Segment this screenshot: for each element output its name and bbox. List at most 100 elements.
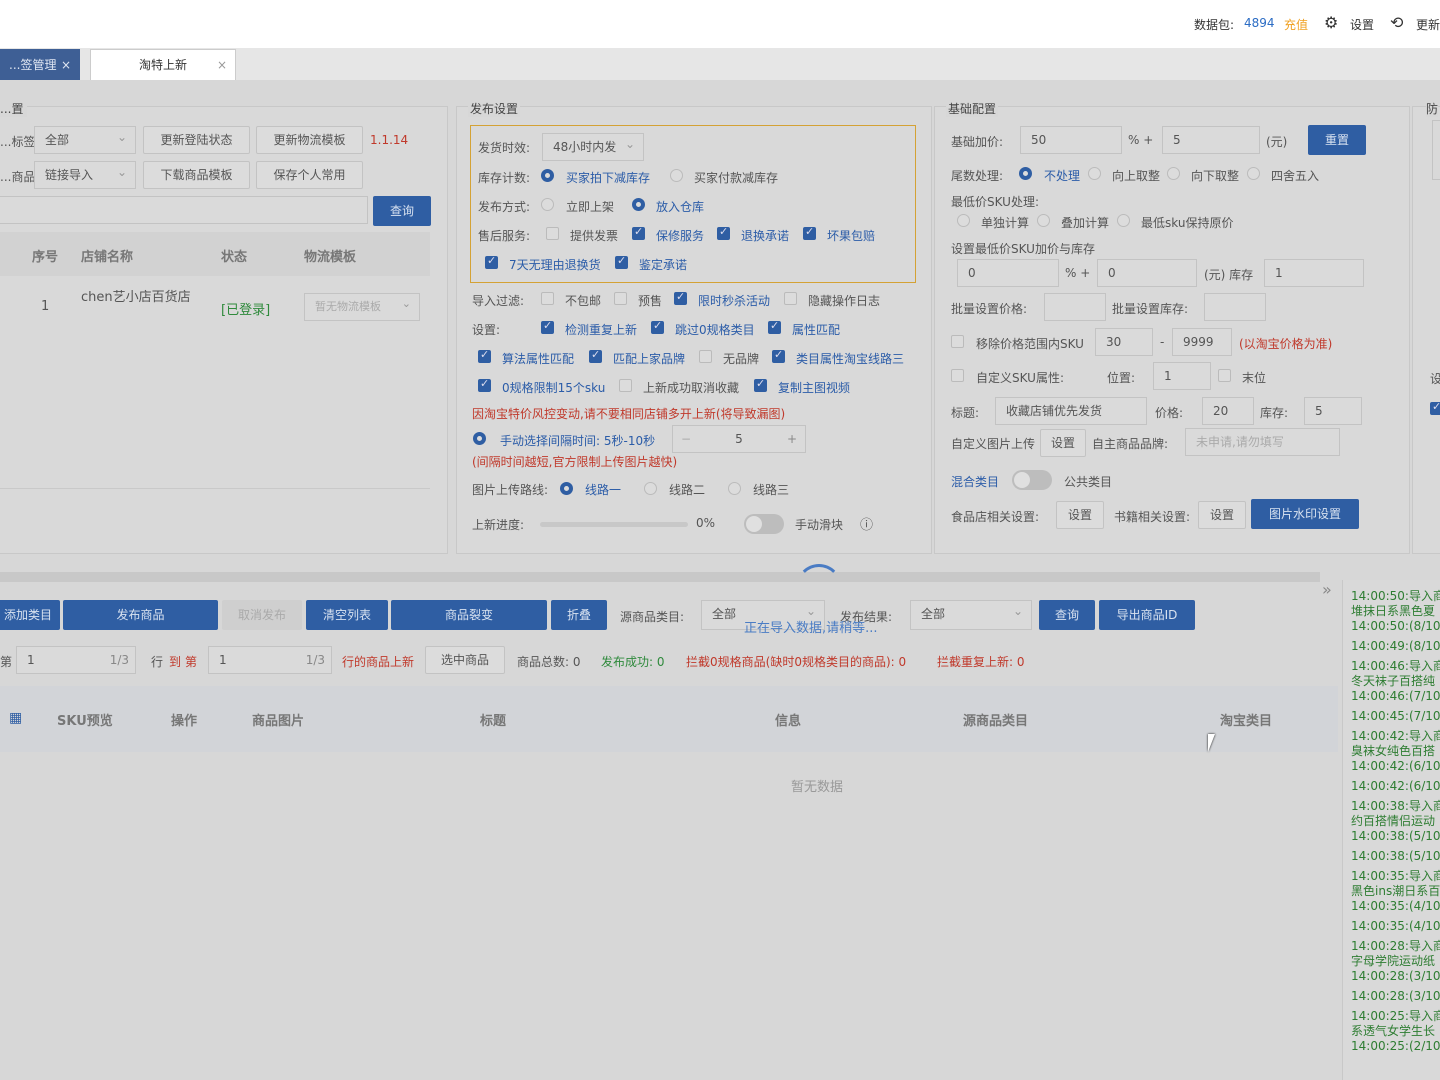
cancel-fav-checkbox[interactable] <box>619 379 632 392</box>
info-icon[interactable]: ⓘ <box>860 514 873 533</box>
goods-source-select[interactable]: 链接导入 <box>34 159 136 189</box>
close-icon[interactable]: × <box>61 50 71 80</box>
publish-goods-button[interactable]: 发布商品 <box>63 600 218 630</box>
position-input[interactable]: 1 <box>1153 362 1211 390</box>
after-opt2-checkbox[interactable] <box>632 225 645 240</box>
settings-link[interactable]: 设置 <box>1350 16 1374 33</box>
copy-video-checkbox[interactable] <box>754 377 767 392</box>
brand-input[interactable]: 未申请,请勿填写 <box>1185 428 1340 456</box>
tab-tag-management[interactable]: ...签管理 × <box>0 49 80 81</box>
seven-day-checkbox[interactable] <box>485 254 498 269</box>
minsku-stock-input[interactable]: 1 <box>1264 259 1364 287</box>
row-to-input[interactable]: 1 1/3 <box>208 646 332 674</box>
reset-button[interactable]: 重置 <box>1308 125 1366 155</box>
line1-radio[interactable] <box>560 482 573 495</box>
line2-radio[interactable] <box>644 482 657 495</box>
watermark-button[interactable]: 图片水印设置 <box>1251 499 1359 529</box>
recharge-link[interactable]: 充值 <box>1284 16 1308 33</box>
batch-price-input[interactable] <box>1044 293 1106 321</box>
tail-opt4-radio[interactable] <box>1247 167 1260 180</box>
row-logistics-select[interactable]: 暂无物流模板 <box>304 291 420 321</box>
ship-time-select[interactable]: 48小时内发 <box>542 131 644 161</box>
minsku-opt3-radio[interactable] <box>1117 214 1130 227</box>
after-opt4-checkbox[interactable] <box>803 225 816 240</box>
plus-icon[interactable]: + <box>787 426 797 452</box>
stock-input[interactable]: 5 <box>1304 397 1362 425</box>
minsku-pct-input[interactable]: 0 <box>957 259 1059 287</box>
download-template-button[interactable]: 下载商品模板 <box>143 161 250 189</box>
tag-select[interactable]: 全部 <box>34 124 136 154</box>
store-query-button[interactable]: 查询 <box>373 196 431 226</box>
markup-pct-input[interactable]: 50 <box>1020 126 1122 154</box>
stock-opt2-radio[interactable] <box>670 169 683 182</box>
after-opt1-checkbox[interactable] <box>546 227 559 240</box>
interval-radio[interactable] <box>473 432 486 445</box>
grid-view-icon[interactable]: ▦ <box>9 710 22 726</box>
food-set-button[interactable]: 设置 <box>1056 501 1104 529</box>
manual-slider-toggle[interactable] <box>744 514 784 534</box>
history-icon[interactable]: ⟲ <box>1390 13 1403 32</box>
export-id-button[interactable]: 导出商品ID <box>1099 600 1195 630</box>
goods-split-button[interactable]: 商品裂变 <box>391 600 547 630</box>
row-from-input[interactable]: 1 1/3 <box>16 646 136 674</box>
interval-stepper[interactable]: − 5 + <box>672 425 806 453</box>
book-set-button[interactable]: 设置 <box>1198 501 1246 529</box>
cat-attr-line3-checkbox[interactable] <box>772 348 785 363</box>
filter-opt4-checkbox[interactable] <box>784 292 797 305</box>
line3-radio[interactable] <box>728 482 741 495</box>
update-logistics-button[interactable]: 更新物流模板 <box>256 126 363 154</box>
update-login-button[interactable]: 更新登陆状态 <box>143 126 250 154</box>
tab-taote-new[interactable]: 淘特上新 × <box>90 49 236 81</box>
filter-opt1-checkbox[interactable] <box>541 292 554 305</box>
tail-opt1-radio[interactable] <box>1019 167 1032 180</box>
filter-opt3-checkbox[interactable] <box>674 290 687 305</box>
algo-attr-checkbox[interactable] <box>478 348 491 363</box>
custom-img-set-button[interactable]: 设置 <box>1040 429 1086 457</box>
minsku-opt1-radio[interactable] <box>957 214 970 227</box>
splitter[interactable] <box>0 572 1320 582</box>
mode-opt2-radio[interactable] <box>632 198 645 211</box>
zero-spec-limit-checkbox[interactable] <box>478 377 491 392</box>
attr-match-checkbox[interactable] <box>768 319 781 334</box>
right-partial-checkbox[interactable] <box>1430 400 1440 415</box>
add-category-button[interactable]: 添加类目 <box>0 600 60 630</box>
filter-opt2-checkbox[interactable] <box>614 292 627 305</box>
range-from-input[interactable]: 30 <box>1095 328 1153 356</box>
tail-opt2-radio[interactable] <box>1088 167 1101 180</box>
mode-opt1-radio[interactable] <box>541 198 554 211</box>
right-partial-input[interactable] <box>1432 120 1440 180</box>
query-button[interactable]: 查询 <box>1039 600 1095 630</box>
detect-dup-checkbox[interactable] <box>541 319 554 334</box>
range-to-input[interactable]: 9999 <box>1172 328 1232 356</box>
match-brand-checkbox[interactable] <box>589 348 602 363</box>
markup-add-input[interactable]: 5 <box>1162 126 1260 154</box>
after-opt3-checkbox[interactable] <box>717 225 730 240</box>
select-goods-button[interactable]: 选中商品 <box>425 646 505 674</box>
fold-button[interactable]: 折叠 <box>551 600 607 630</box>
cancel-publish-button[interactable]: 取消发布 <box>222 600 302 630</box>
minus-icon[interactable]: − <box>681 426 691 452</box>
close-icon[interactable]: × <box>217 50 227 80</box>
price-input[interactable]: 20 <box>1202 397 1254 425</box>
remove-range-checkbox[interactable] <box>951 335 964 348</box>
skip-zero-checkbox[interactable] <box>651 319 664 334</box>
stock-opt1-radio[interactable] <box>541 169 554 182</box>
minsku-add-input[interactable]: 0 <box>1097 259 1197 287</box>
table-row[interactable]: 1 chen艺小店百货店 [已登录] 暂无物流模板 <box>0 277 430 337</box>
batch-stock-input[interactable] <box>1204 293 1266 321</box>
minsku-opt2-radio[interactable] <box>1037 214 1050 227</box>
appraisal-checkbox[interactable] <box>615 254 628 269</box>
title-input[interactable]: 收藏店铺优先发货 <box>995 397 1147 425</box>
tail-opt3-radio[interactable] <box>1167 167 1180 180</box>
chevron-right-icon[interactable]: » <box>1322 580 1332 599</box>
save-common-button[interactable]: 保存个人常用 <box>256 161 363 189</box>
custom-sku-checkbox[interactable] <box>951 369 964 382</box>
category-toggle[interactable] <box>1012 470 1052 490</box>
update-link[interactable]: 更新 <box>1416 16 1440 33</box>
tail-pos-checkbox[interactable] <box>1218 369 1231 382</box>
result-select[interactable]: 全部 <box>910 598 1032 630</box>
gear-icon[interactable]: ⚙ <box>1324 13 1338 32</box>
clear-list-button[interactable]: 清空列表 <box>306 600 388 630</box>
store-search-input[interactable] <box>0 196 368 224</box>
no-brand-checkbox[interactable] <box>699 350 712 363</box>
